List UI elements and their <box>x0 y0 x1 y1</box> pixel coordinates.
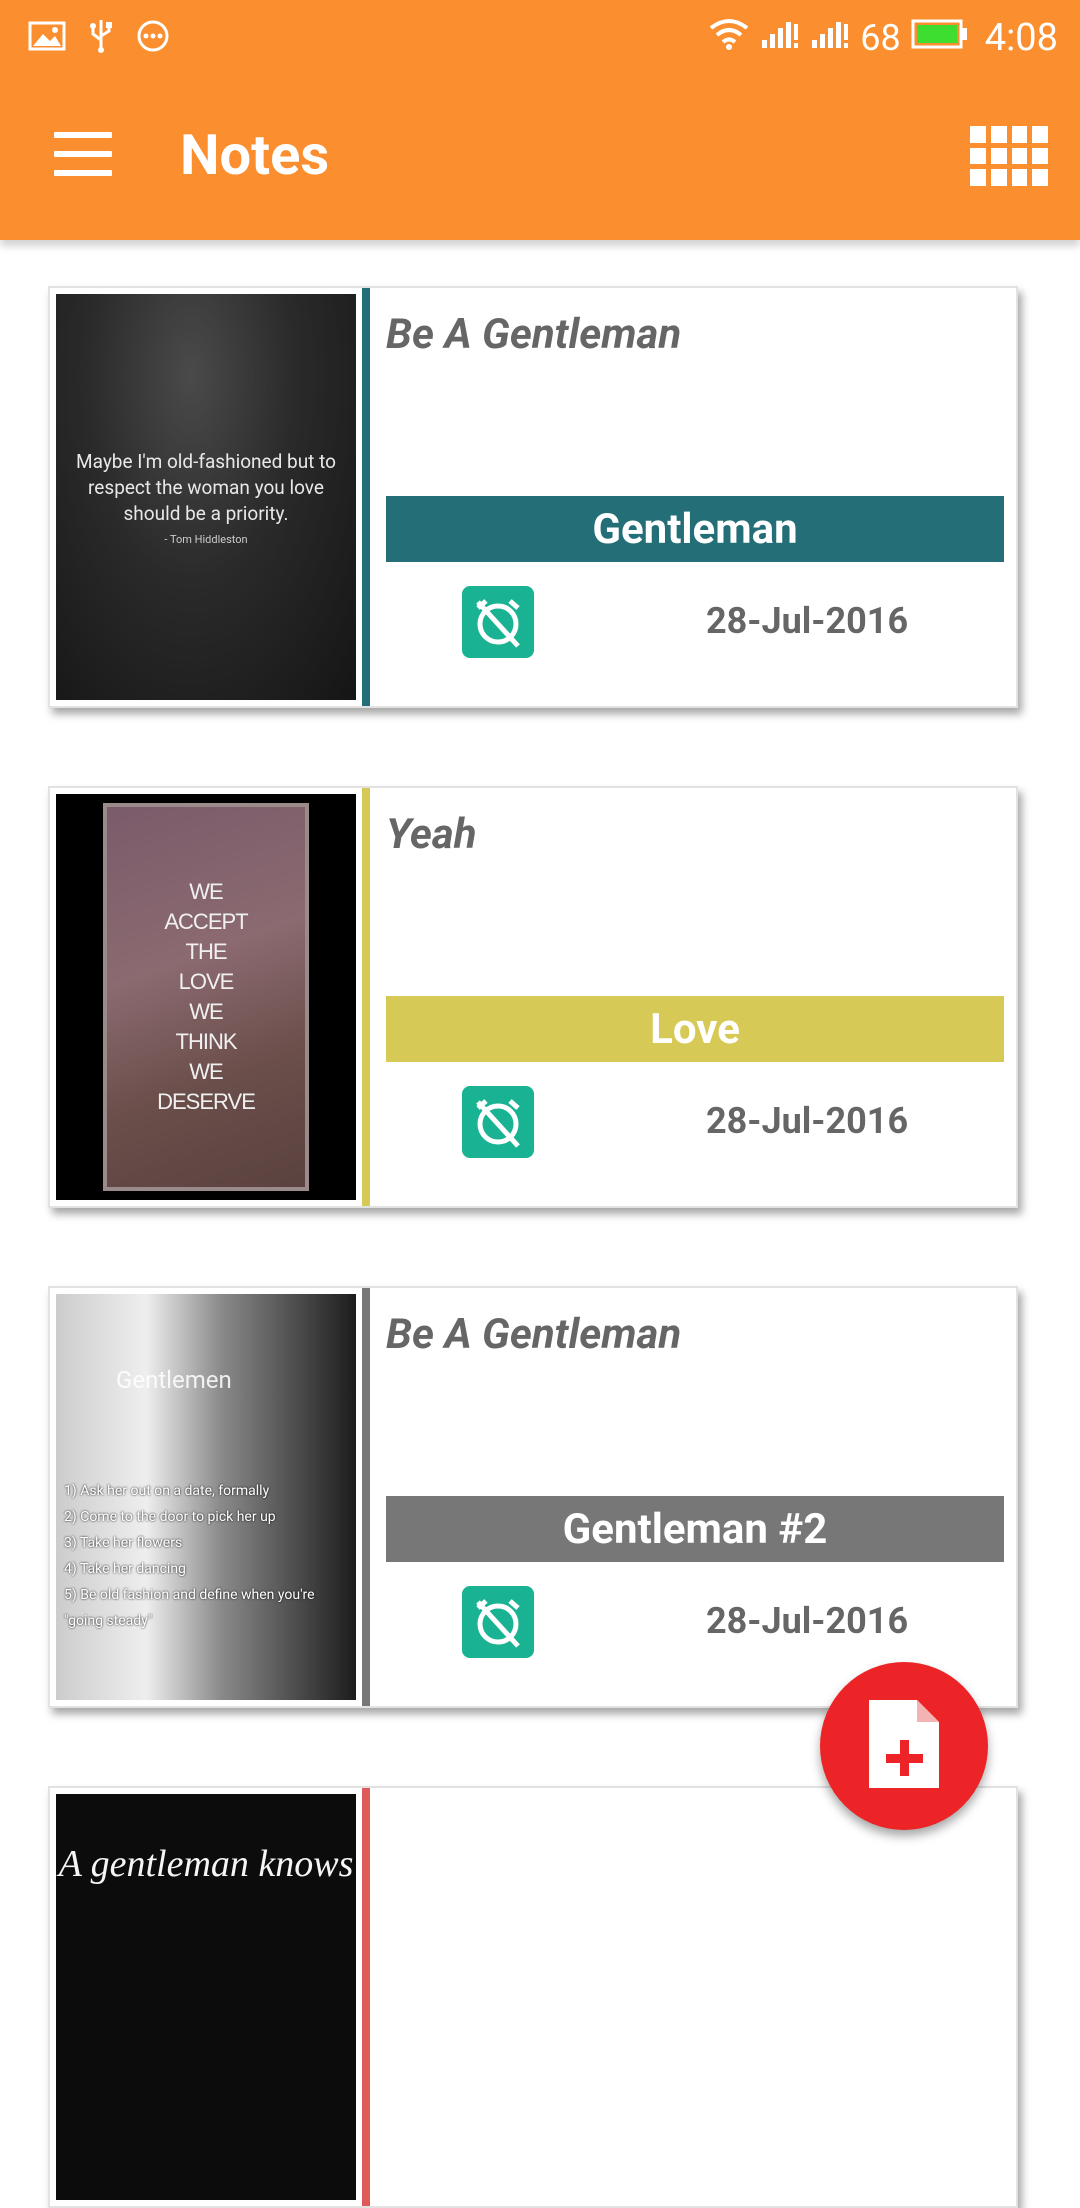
thumbnail-list: 1) Ask her out on a date, formally 2) Co… <box>64 1478 352 1634</box>
poster-line: THINK <box>175 1029 238 1054</box>
note-date: 28-Jul-2016 <box>706 1100 909 1142</box>
thumbnail-text: A gentleman knows <box>58 1843 354 1885</box>
note-card[interactable]: Gentlemen 1) Ask her out on a date, form… <box>48 1286 1018 1708</box>
poster-line: WE <box>189 1059 223 1084</box>
hamburger-menu-icon[interactable] <box>54 132 112 176</box>
status-bar: 68 4:08 <box>0 0 1080 76</box>
grid-view-icon[interactable] <box>970 126 1048 186</box>
note-card[interactable]: A gentleman knows <box>48 1786 1018 2208</box>
note-date: 28-Jul-2016 <box>706 600 909 642</box>
thumbnail-poster: WE ACCEPT THE LOVE WE THINK WE DESERVE <box>103 803 309 1191</box>
poster-line: ACCEPT <box>164 909 248 934</box>
poster-line: WE <box>189 879 223 904</box>
battery-icon <box>911 16 969 60</box>
category-stripe <box>362 1788 370 2206</box>
note-title: Be A Gentleman <box>386 1310 682 1359</box>
thumbnail-list-item: 4) Take her dancing <box>64 1561 186 1577</box>
note-card[interactable]: WE ACCEPT THE LOVE WE THINK WE DESERVE Y… <box>48 786 1018 1208</box>
battery-percent: 68 <box>860 17 901 59</box>
wifi-icon <box>708 16 750 60</box>
category-label: Gentleman #2 <box>386 1496 1004 1562</box>
thumbnail-title: Gentlemen <box>116 1366 232 1394</box>
poster-line: THE <box>185 939 228 964</box>
app-bar: Notes <box>0 76 1080 240</box>
thumbnail-quote: Maybe I'm old-fashioned but to respect t… <box>76 449 336 525</box>
category-stripe <box>362 288 370 706</box>
usb-icon <box>88 18 114 58</box>
category-label: Gentleman <box>386 496 1004 562</box>
thumbnail-attribution: - Tom Hiddleston <box>164 532 248 546</box>
note-thumbnail: WE ACCEPT THE LOVE WE THINK WE DESERVE <box>56 794 356 1200</box>
thumbnail-list-item: 1) Ask her out on a date, formally <box>64 1483 270 1499</box>
signal-icon-2 <box>810 16 850 60</box>
clock: 4:08 <box>984 16 1058 60</box>
poster-line: DESERVE <box>157 1089 256 1114</box>
note-title: Be A Gentleman <box>386 310 682 359</box>
note-thumbnail: Gentlemen 1) Ask her out on a date, form… <box>56 1294 356 1700</box>
image-icon <box>28 21 66 55</box>
thumbnail-list-item: 5) Be old fashion and define when you're… <box>64 1587 315 1629</box>
category-stripe <box>362 788 370 1206</box>
alarm-off-icon[interactable] <box>462 586 534 658</box>
alarm-off-icon[interactable] <box>462 1586 534 1658</box>
thumbnail-list-item: 3) Take her flowers <box>64 1535 183 1551</box>
category-stripe <box>362 1288 370 1706</box>
add-note-icon <box>865 1696 943 1796</box>
alarm-off-icon[interactable] <box>462 1086 534 1158</box>
poster-line: LOVE <box>178 969 235 994</box>
note-date: 28-Jul-2016 <box>706 1600 909 1642</box>
note-card[interactable]: Maybe I'm old-fashioned but to respect t… <box>48 286 1018 708</box>
signal-icon <box>760 16 800 60</box>
thumbnail-list-item: 2) Come to the door to pick her up <box>64 1509 276 1525</box>
category-label: Love <box>386 996 1004 1062</box>
note-thumbnail: A gentleman knows <box>56 1794 356 2200</box>
note-title: Yeah <box>386 810 477 859</box>
add-note-button[interactable] <box>820 1662 988 1830</box>
more-icon <box>136 19 170 57</box>
page-title: Notes <box>180 122 330 188</box>
note-thumbnail: Maybe I'm old-fashioned but to respect t… <box>56 294 356 700</box>
poster-line: WE <box>189 999 223 1024</box>
